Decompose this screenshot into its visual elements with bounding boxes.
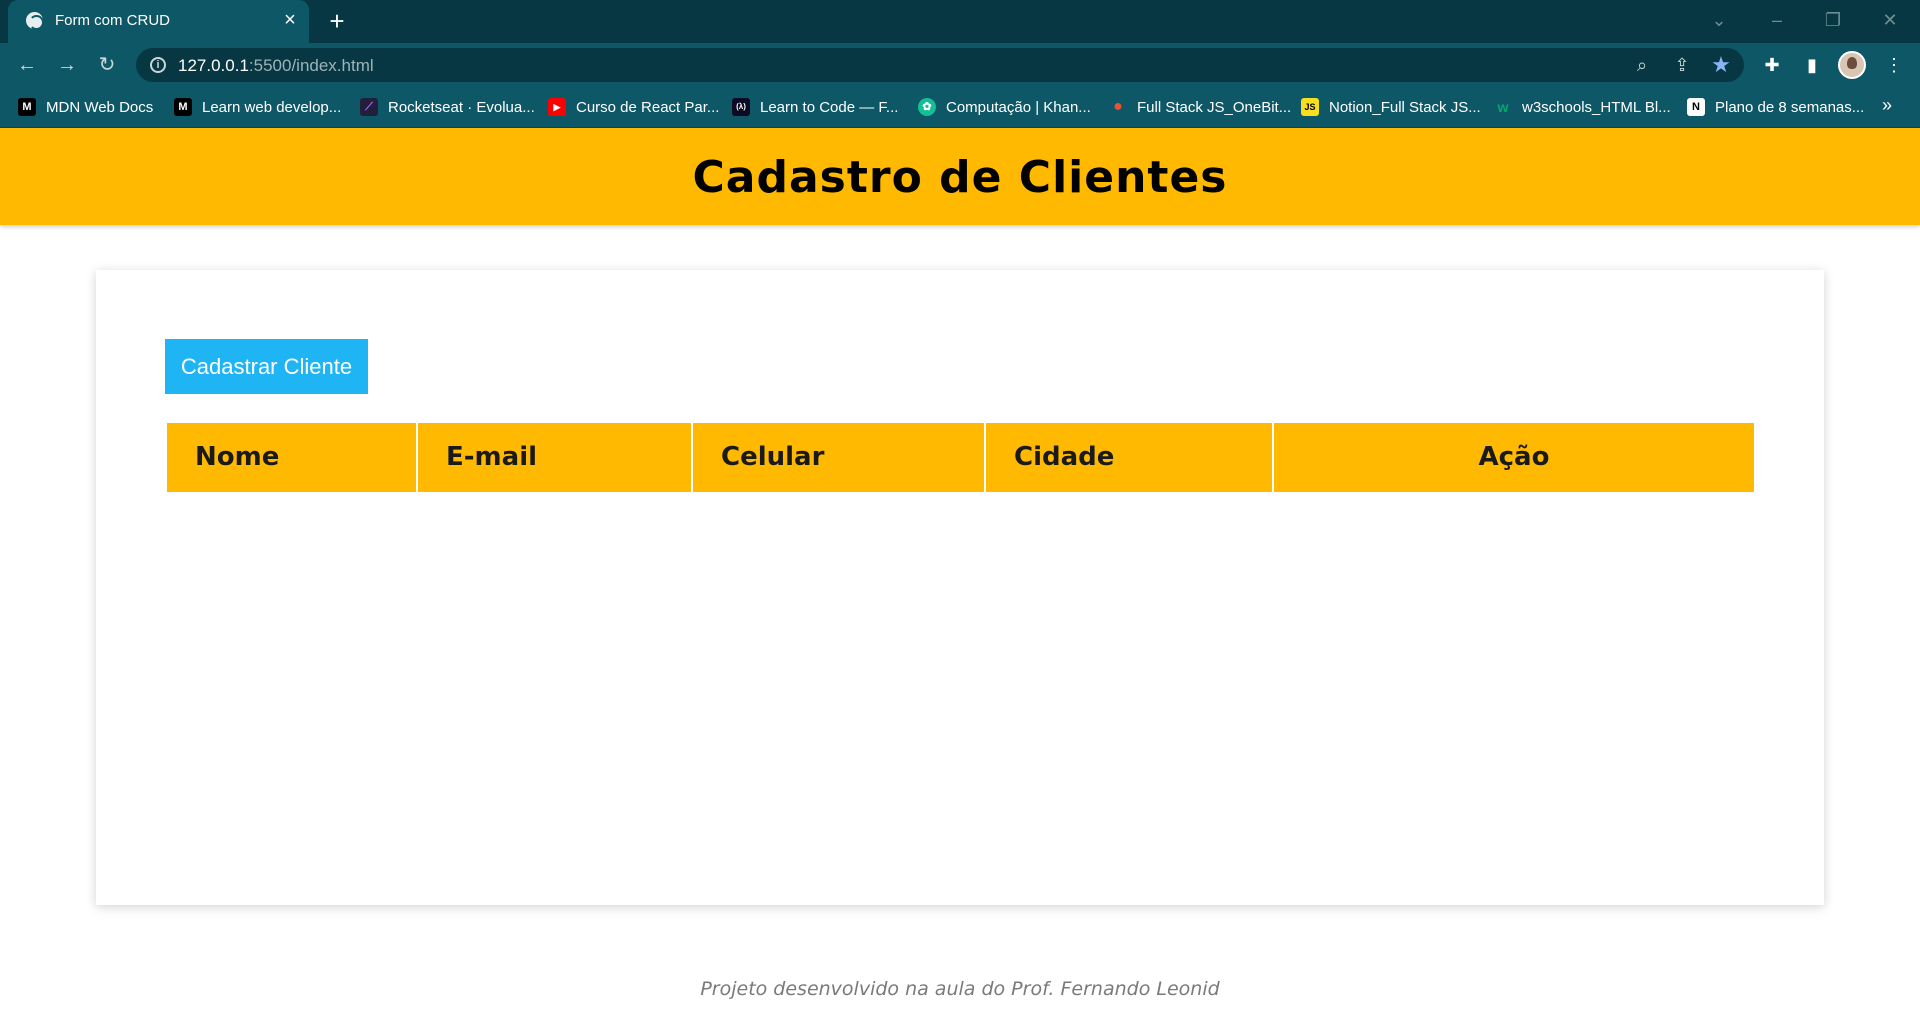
column-header-name: Nome xyxy=(167,423,418,492)
khan-academy-icon: ✿ xyxy=(918,98,936,116)
tab-search-icon[interactable]: ⌄ xyxy=(1704,6,1734,34)
browser-tab[interactable]: Form com CRUD × xyxy=(8,0,309,43)
column-header-email: E-mail xyxy=(418,423,693,492)
column-header-action: Ação xyxy=(1274,423,1754,492)
side-panel-icon[interactable]: ▮ xyxy=(1799,52,1825,78)
onebitcode-icon: ● xyxy=(1113,98,1123,115)
bookmark-item[interactable]: w w3schools_HTML Bl... xyxy=(1494,97,1671,117)
page-title: Cadastro de Clientes xyxy=(692,152,1228,203)
bookmark-item[interactable]: ● Full Stack JS_OneBit... xyxy=(1109,97,1291,117)
bookmark-item[interactable]: ⟋ Rocketseat · Evolua... xyxy=(360,97,535,117)
clients-table-header: Nome E-mail Celular Cidade Ação xyxy=(167,423,1754,492)
mdn-icon: M xyxy=(174,98,192,116)
bookmark-item[interactable]: JS Notion_Full Stack JS... xyxy=(1301,97,1481,117)
globe-icon xyxy=(26,12,44,30)
back-icon[interactable]: ← xyxy=(12,50,42,80)
content-card: Cadastrar Cliente Nome E-mail Celular Ci… xyxy=(96,270,1824,905)
w3schools-icon: w xyxy=(1497,99,1509,115)
bookmark-item[interactable]: (λ) Learn to Code — F... xyxy=(732,97,898,117)
rocketseat-icon: ⟋ xyxy=(360,98,378,116)
footer-credit: Projeto desenvolvido na aula do Prof. Fe… xyxy=(700,978,1220,1000)
avatar[interactable] xyxy=(1838,51,1866,79)
page-header: Cadastro de Clientes xyxy=(0,128,1920,225)
tab-title: Form com CRUD xyxy=(55,12,170,29)
more-bookmarks-icon[interactable]: » xyxy=(1882,95,1892,116)
close-tab-icon[interactable]: × xyxy=(280,9,300,31)
bookmark-item[interactable]: M MDN Web Docs xyxy=(18,97,153,117)
bookmark-item[interactable]: ▶ Curso de React Par... xyxy=(548,97,719,117)
minimize-icon[interactable]: – xyxy=(1762,6,1792,34)
new-tab-icon[interactable]: + xyxy=(324,7,350,35)
bookmark-star-icon[interactable]: ★ xyxy=(1709,53,1733,77)
browser-tabstrip: Form com CRUD × + ⌄ – ❐ ✕ xyxy=(0,0,1920,43)
address-bar[interactable]: i 127.0.0.1:5500/index.html ⌕ ⇪ ★ xyxy=(136,48,1744,82)
bookmark-item[interactable]: ✿ Computação | Khan... xyxy=(918,97,1091,117)
register-client-button[interactable]: Cadastrar Cliente xyxy=(165,339,368,394)
js-icon: JS xyxy=(1301,98,1319,116)
bookmarks-bar: M MDN Web Docs M Learn web develop... ⟋ … xyxy=(0,87,1920,128)
zoom-icon[interactable]: ⌕ xyxy=(1630,53,1654,77)
column-header-city: Cidade xyxy=(986,423,1274,492)
browser-toolbar: ← → ↻ i 127.0.0.1:5500/index.html ⌕ ⇪ ★ … xyxy=(0,43,1920,87)
bookmark-item[interactable]: N Plano de 8 semanas... xyxy=(1687,97,1864,117)
notion-icon: N xyxy=(1687,98,1705,116)
site-info-icon[interactable]: i xyxy=(150,57,166,73)
forward-icon[interactable]: → xyxy=(52,50,82,80)
column-header-phone: Celular xyxy=(693,423,986,492)
mdn-icon: M xyxy=(18,98,36,116)
restore-icon[interactable]: ❐ xyxy=(1818,6,1848,34)
reload-icon[interactable]: ↻ xyxy=(92,50,122,80)
extensions-icon[interactable]: ✚ xyxy=(1759,52,1785,78)
freecodecamp-icon: (λ) xyxy=(732,98,750,116)
url-text[interactable]: 127.0.0.1:5500/index.html xyxy=(178,56,374,76)
share-icon[interactable]: ⇪ xyxy=(1670,53,1694,77)
close-window-icon[interactable]: ✕ xyxy=(1875,6,1905,34)
menu-icon[interactable]: ⋮ xyxy=(1881,52,1907,78)
bookmark-item[interactable]: M Learn web develop... xyxy=(174,97,341,117)
youtube-icon: ▶ xyxy=(548,98,566,116)
